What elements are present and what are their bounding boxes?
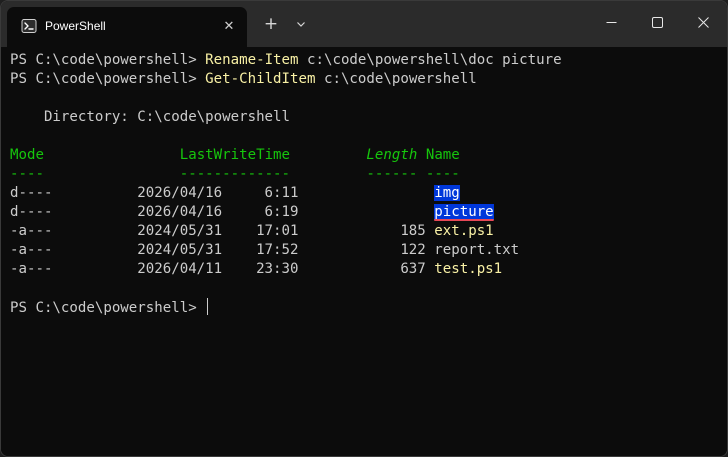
table-row: -a--- 2026/04/11 23:30 637 test.ps1 (10, 260, 502, 279)
table-header-underline: ---- ------------- ------ ---- (10, 165, 460, 184)
underline-gap (290, 166, 366, 182)
table-row: -a--- 2024/05/31 17:52 122 report.txt (10, 241, 519, 260)
table-header: Mode LastWriteTime Length Name (10, 146, 460, 165)
terminal-window: PowerShell ✕ + PS C:\code\powershell> Re… (0, 0, 728, 457)
title-bar: PowerShell ✕ + (1, 1, 727, 47)
header-gap (44, 147, 180, 163)
header-mode: Mode (10, 147, 44, 163)
command-line-rename: PS C:\code\powershell> Rename-Item c:\co… (10, 51, 562, 70)
row-details: d---- 2026/04/16 6:19 (10, 204, 435, 220)
header-length: Length (366, 147, 418, 163)
powershell-icon (21, 18, 37, 34)
chevron-down-icon (297, 22, 305, 27)
tab-close-icon[interactable]: ✕ (218, 15, 240, 37)
underline-gap (44, 166, 180, 182)
current-prompt[interactable]: PS C:\code\powershell> (10, 298, 209, 317)
prompt: PS C:\code\powershell> (10, 300, 206, 316)
file-name[interactable]: report.txt (434, 242, 519, 258)
command-name: Get-ChildItem (205, 71, 316, 87)
row-details: d---- 2026/04/16 6:11 (10, 185, 435, 201)
prompt: PS C:\code\powershell> (10, 52, 206, 68)
minimize-icon (606, 21, 616, 23)
close-icon (697, 16, 709, 28)
command-line-get-childitem: PS C:\code\powershell> Get-ChildItem c:\… (10, 70, 477, 89)
header-gap (417, 147, 426, 163)
command-args: c:\code\powershell\doc picture (298, 52, 562, 68)
new-tab-button[interactable]: + (257, 11, 285, 37)
file-name-selected[interactable]: img (434, 185, 460, 201)
underline-gap (417, 166, 426, 182)
table-row: d---- 2026/04/16 6:19 picture (10, 203, 494, 222)
tab-powershell[interactable]: PowerShell ✕ (7, 7, 247, 47)
tab-title: PowerShell (45, 19, 106, 33)
file-name[interactable]: test.ps1 (434, 261, 502, 277)
minimize-button[interactable] (588, 1, 634, 43)
maximize-icon (651, 16, 663, 28)
row-details: -a--- 2024/05/31 17:52 122 (10, 242, 435, 258)
maximize-button[interactable] (634, 1, 680, 43)
header-lastwritetime: LastWriteTime (179, 147, 291, 163)
table-row: d---- 2026/04/16 6:11 img (10, 184, 460, 203)
text-cursor (207, 298, 209, 315)
file-name[interactable]: ext.ps1 (434, 223, 493, 239)
row-details: -a--- 2026/04/11 23:30 637 (10, 261, 435, 277)
header-gap (290, 147, 366, 163)
terminal-output[interactable]: PS C:\code\powershell> Rename-Item c:\co… (1, 47, 727, 456)
close-window-button[interactable] (680, 1, 726, 43)
directory-label: Directory: C:\code\powershell (10, 109, 291, 125)
file-name-selected[interactable]: picture (434, 204, 494, 220)
tab-dropdown-button[interactable] (289, 11, 313, 37)
prompt: PS C:\code\powershell> (10, 71, 206, 87)
underline-mode: ---- (10, 166, 44, 182)
header-name: Name (425, 147, 460, 163)
row-details: -a--- 2024/05/31 17:01 185 (10, 223, 435, 239)
command-args: c:\code\powershell (315, 71, 477, 87)
underline-lastwritetime: ------------- (179, 166, 291, 182)
command-name: Rename-Item (205, 52, 299, 68)
underline-name: ---- (425, 166, 460, 182)
table-row: -a--- 2024/05/31 17:01 185 ext.ps1 (10, 222, 494, 241)
underline-length: ------ (366, 166, 418, 182)
